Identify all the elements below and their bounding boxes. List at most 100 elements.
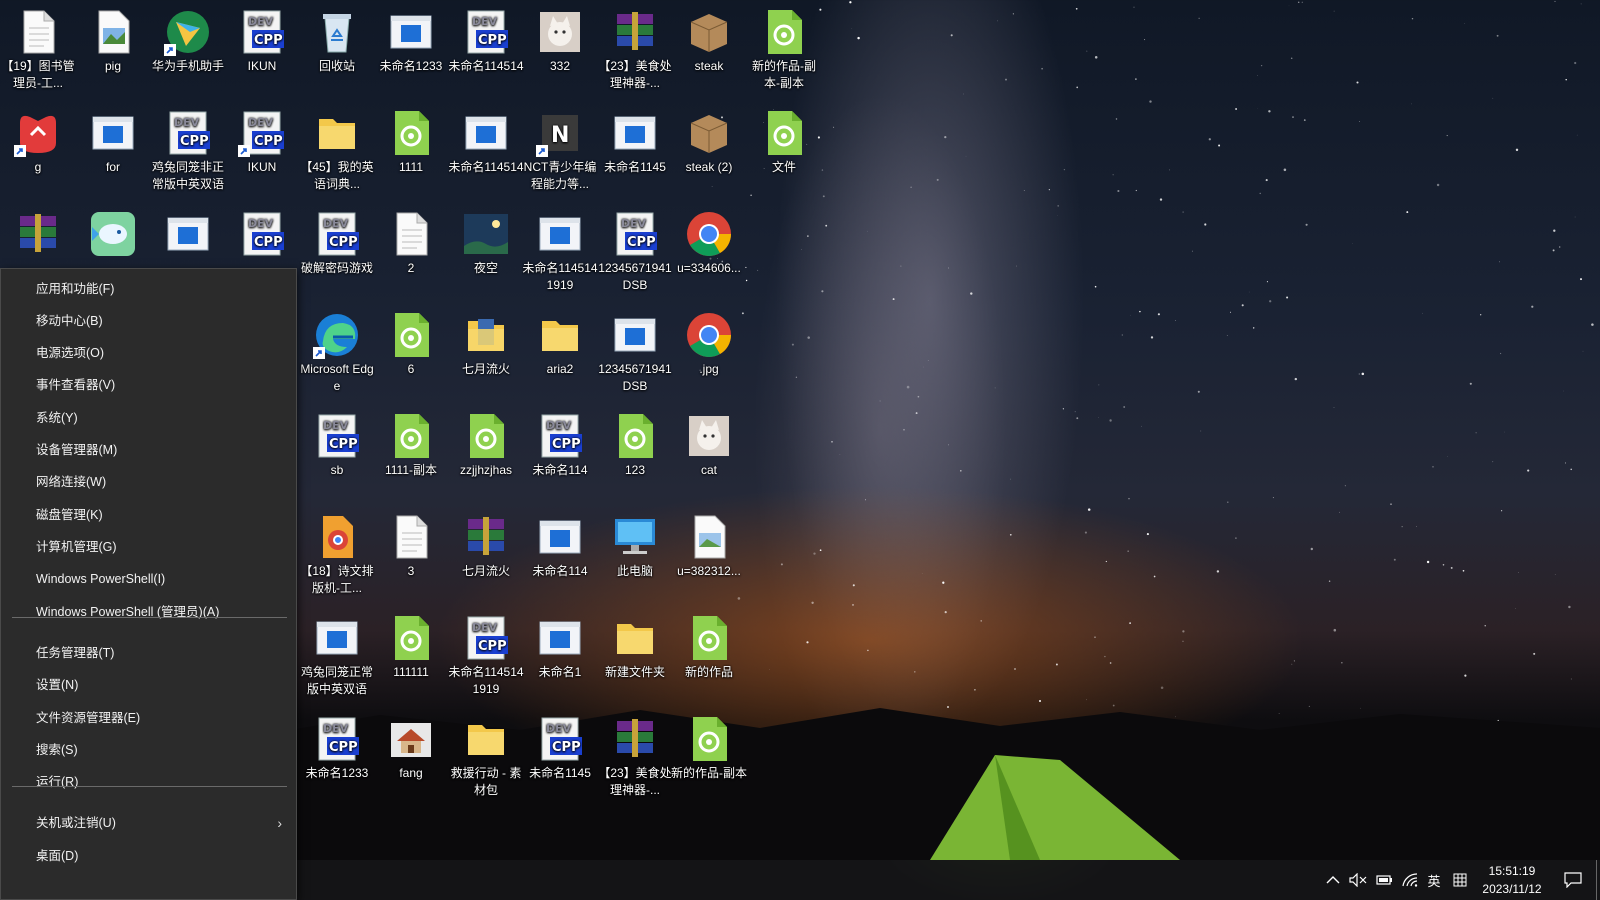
menu-item[interactable]: 应用和功能(F) [1,273,296,305]
desktop-icon[interactable]: 七月流火 [448,305,524,408]
desktop-icon[interactable]: 【18】诗文排版机-工... [299,507,375,610]
menu-item[interactable]: 电源选项(O) [1,337,296,369]
desktop-icon[interactable]: 3 [373,507,449,610]
menu-item[interactable]: 系统(Y) [1,402,296,434]
menu-item[interactable]: 桌面(D) [1,840,296,872]
menu-item[interactable]: 设置(N) [1,669,296,701]
desktop-icon[interactable]: g [0,103,76,206]
py-icon [611,412,659,460]
desktop-icon[interactable]: 332 [522,2,598,105]
desktop-icon[interactable]: 新的作品 [671,608,747,711]
desktop-icon[interactable]: 12345671941DSB [597,305,673,408]
menu-item[interactable]: Windows PowerShell(I) [1,563,296,595]
desktop-icon[interactable]: 鸡兔同笼正常版中英双语 [299,608,375,711]
menu-item[interactable]: 计算机管理(G) [1,531,296,563]
desktop-icon[interactable]: aria2 [522,305,598,408]
desktop-icon[interactable]: u=382312... [671,507,747,610]
menu-item[interactable]: 文件资源管理器(E) [1,702,296,734]
notification-icon[interactable] [1556,860,1590,900]
desktop-icon[interactable]: DEV CPP 未命名1145 [522,709,598,812]
desktop-icon[interactable]: steak (2) [671,103,747,206]
desktop-icon-label: 新建文件夹 [604,665,665,679]
desktop-icon[interactable]: 夜空 [448,204,524,307]
system-clock[interactable]: 15:51:19 2023/11/12 [1472,862,1552,898]
house-icon [387,715,435,763]
desktop-icon[interactable]: u=334606... [671,204,747,307]
desktop-icon[interactable]: DEV CPP 破解密码游戏 [299,204,375,307]
menu-item-label: 设备管理器(M) [36,443,118,457]
desktop-icon[interactable]: cat [671,406,747,509]
desktop-icon[interactable]: 此电脑 [597,507,673,610]
desktop-icon[interactable]: DEV CPP sb [299,406,375,509]
desktop-icon[interactable]: 新的作品-副本 [671,709,747,812]
desktop-icon[interactable]: 未命名114514 [448,103,524,206]
wifi-icon[interactable] [1398,860,1422,900]
menu-item[interactable]: 任务管理器(T) [1,637,296,669]
desktop-icon[interactable]: .jpg [671,305,747,408]
menu-item-label: 计算机管理(G) [36,540,117,554]
desktop-icon[interactable]: 6 [373,305,449,408]
desktop-icon[interactable]: 未命名1233 [373,2,449,105]
desktop-icon-label: 此电脑 [616,564,653,578]
desktop-icon[interactable]: 未命名114 [522,507,598,610]
desktop-icon[interactable]: pig [75,2,151,105]
menu-item[interactable]: 事件查看器(V) [1,369,296,401]
desktop-icon[interactable]: DEV CPP 鸡兔同笼非正常版中英双语 [150,103,226,206]
desktop-icon[interactable]: DEV CPP IKUN [224,103,300,206]
winx-context-menu: 应用和功能(F) 移动中心(B) 电源选项(O) 事件查看器(V) 系统(Y) 设备管理器… [0,268,297,900]
desktop-icon[interactable]: 2 [373,204,449,307]
desktop-icon[interactable]: fang [373,709,449,812]
menu-item-label: 搜索(S) [36,743,78,757]
desktop-icon[interactable]: 【23】美食处理神器-... [597,709,673,812]
input-mode-icon[interactable] [1448,860,1472,900]
desktop-icon[interactable]: Microsoft Edge [299,305,375,408]
desktop-icon-label: 七月流火 [461,362,510,376]
menu-item[interactable]: 设备管理器(M) [1,434,296,466]
menu-item[interactable]: Windows PowerShell (管理员)(A) [1,596,296,628]
desktop-icon[interactable]: 文件 [746,103,822,206]
desktop-icon[interactable]: 未命名1145141919 [522,204,598,307]
volume-muted-icon[interactable] [1346,860,1370,900]
desktop-icon[interactable]: 未命名1 [522,608,598,711]
desktop-icon[interactable]: steak [671,2,747,105]
svg-text:DEV: DEV [323,722,349,735]
menu-item[interactable]: 磁盘管理(K) [1,499,296,531]
desktop-icon[interactable]: 新建文件夹 [597,608,673,711]
desktop-icon[interactable]: DEV CPP 未命名114514 [448,2,524,105]
desktop-icon[interactable]: 回收站 [299,2,375,105]
desktop-icon[interactable]: DEV CPP 12345671941DSB [597,204,673,307]
desktop-icon[interactable]: 七月流火 [448,507,524,610]
cat-icon [536,8,584,56]
desktop-icon[interactable]: 【45】我的英语词典... [299,103,375,206]
py-icon [387,109,435,157]
desktop-icon[interactable]: 【23】美食处理神器-... [597,2,673,105]
ime-language-indicator[interactable]: 英 [1422,860,1446,900]
menu-item[interactable]: 运行(R) [1,766,296,798]
desktop-icon[interactable]: 111111 [373,608,449,711]
desktop-icon[interactable]: 未命名1145 [597,103,673,206]
chevron-up-icon[interactable] [1322,860,1344,900]
show-desktop-button[interactable] [1596,860,1600,900]
desktop-icon[interactable]: 华为手机助手 [150,2,226,105]
menu-item[interactable]: 关机或注销(U) › [1,807,296,839]
desktop-icon[interactable]: DEV CPP 未命名114 [522,406,598,509]
desktop-icon[interactable]: DEV CPP 未命名1145141919 [448,608,524,711]
battery-icon[interactable] [1372,860,1396,900]
desktop-icon[interactable]: DEV CPP 未命名1233 [299,709,375,812]
desktop-icon[interactable]: DEV CPP IKUN [224,2,300,105]
desktop-icon[interactable]: 1111 [373,103,449,206]
desktop-icon[interactable]: 123 [597,406,673,509]
menu-item[interactable]: 移动中心(B) [1,305,296,337]
menu-item[interactable]: 搜索(S) [1,734,296,766]
desktop-icon[interactable]: 1111-副本 [373,406,449,509]
cpp-icon: DEV CPP [536,412,584,460]
desktop-icon[interactable]: for [75,103,151,206]
desktop-icon[interactable]: 新的作品-副本-副本 [746,2,822,105]
py-icon [387,412,435,460]
desktop-icon[interactable]: 救援行动 - 素材包 [448,709,524,812]
cpp-icon: DEV CPP [462,614,510,662]
menu-item[interactable]: 网络连接(W) [1,466,296,498]
desktop-icon[interactable]: N NCT青少年编程能力等... [522,103,598,206]
desktop-icon[interactable]: zzjjhzjhas [448,406,524,509]
desktop-icon[interactable]: 【19】图书管理员-工... [0,2,76,105]
